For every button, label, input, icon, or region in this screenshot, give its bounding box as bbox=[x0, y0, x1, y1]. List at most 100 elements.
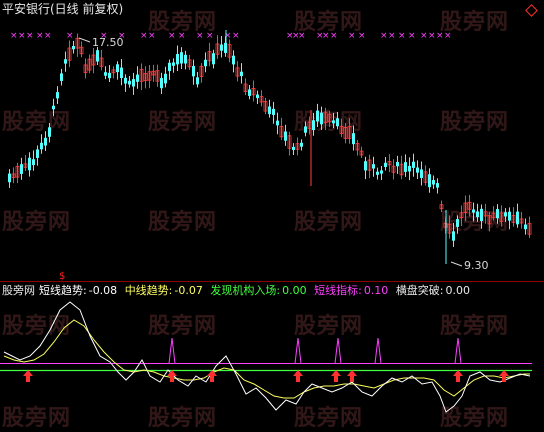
candle-body-down bbox=[320, 112, 323, 125]
candle-body-down bbox=[128, 80, 131, 85]
chart-window[interactable]: 平安银行(日线 前复权) 股旁网 股旁网 股旁网 股旁网 股旁网 股旁网 股旁网… bbox=[0, 0, 544, 431]
candle-body-down bbox=[480, 208, 483, 222]
cross-icon: × bbox=[436, 31, 444, 41]
candle-body-down bbox=[56, 92, 59, 99]
candle-body-down bbox=[32, 159, 35, 166]
candlestick-series bbox=[8, 30, 532, 264]
cross-icon: × bbox=[66, 31, 74, 41]
candle-body-down bbox=[300, 142, 303, 147]
candle-body-down bbox=[176, 53, 179, 65]
candle-body-down bbox=[108, 72, 111, 79]
candle-body-down bbox=[436, 183, 439, 188]
candle-body-down bbox=[48, 127, 51, 137]
candle-body-down bbox=[432, 179, 435, 185]
cross-icon: × bbox=[420, 31, 428, 41]
cross-icon: × bbox=[44, 31, 52, 41]
candle-body-down bbox=[476, 211, 479, 218]
candle-body-down bbox=[8, 173, 11, 183]
candle-body-down bbox=[220, 44, 223, 51]
buy-arrow-markers bbox=[23, 370, 509, 382]
candle-body-down bbox=[412, 161, 415, 168]
candle-body-down bbox=[524, 224, 527, 230]
up-arrow-icon bbox=[293, 370, 303, 382]
cross-icon: × bbox=[398, 31, 406, 41]
cross-icon: × bbox=[10, 31, 18, 41]
short-indicator-spikes bbox=[168, 337, 462, 364]
legend-short-indicator-label: 短线指标: bbox=[314, 284, 362, 297]
cross-icon: × bbox=[358, 31, 366, 41]
spike-mark bbox=[168, 337, 176, 364]
candle-body-down bbox=[312, 120, 315, 130]
candle-body-down bbox=[60, 73, 63, 81]
candle-body-down bbox=[292, 146, 295, 151]
candle-body-down bbox=[96, 50, 99, 62]
candle-body-down bbox=[428, 174, 431, 188]
candle-body-down bbox=[164, 73, 167, 84]
candle-body-down bbox=[256, 94, 259, 99]
candle-body-down bbox=[456, 219, 459, 227]
candle-body-down bbox=[508, 211, 511, 221]
candle-body-down bbox=[420, 169, 423, 179]
spike-mark bbox=[294, 337, 302, 364]
candle-body-down bbox=[380, 170, 383, 174]
candle-body-down bbox=[372, 164, 375, 169]
up-arrow-icon bbox=[499, 370, 509, 382]
legend-mid-trend-label: 中线趋势: bbox=[124, 284, 173, 297]
spike-mark bbox=[334, 337, 342, 364]
cross-icon: × bbox=[322, 31, 330, 41]
indicator-legend: 股旁网 短线趋势: -0.08 中线趋势: -0.07 发现机构入场: 0.00 短线指… bbox=[2, 284, 474, 298]
candle-body-down bbox=[40, 142, 43, 150]
legend-mid-trend-value: -0.07 bbox=[174, 284, 203, 297]
legend-name: 股旁网 bbox=[2, 284, 35, 297]
candle-body-down bbox=[276, 120, 279, 126]
legend-breakout-value: 0.00 bbox=[445, 284, 471, 297]
candle-body-down bbox=[28, 157, 31, 171]
cross-icon: × bbox=[178, 31, 186, 41]
cross-icon: × bbox=[140, 31, 148, 41]
candle-body-down bbox=[120, 67, 123, 79]
candle-body-down bbox=[332, 120, 335, 124]
candle-body-down bbox=[20, 164, 23, 174]
cross-icon: × bbox=[444, 31, 452, 41]
candle-body-down bbox=[272, 108, 275, 115]
dollar-icon: $ bbox=[59, 271, 65, 282]
cross-icon: × bbox=[168, 31, 176, 41]
spike-mark bbox=[454, 337, 462, 364]
low-annotation bbox=[450, 261, 463, 267]
candle-body-down bbox=[364, 161, 367, 171]
candle-body-down bbox=[196, 77, 199, 85]
cross-icon: × bbox=[428, 31, 436, 41]
low-price-label: 9.30 bbox=[464, 259, 489, 272]
candle-body-down bbox=[248, 89, 251, 96]
cross-icon: × bbox=[232, 31, 240, 41]
candle-body-down bbox=[212, 53, 215, 65]
candle-body-down bbox=[416, 167, 419, 173]
cross-icon: × bbox=[298, 31, 306, 41]
candle-body-down bbox=[384, 162, 387, 167]
chart-canvas[interactable]: × × × × × × × × × × × × × × × × ××× ×× × × × × × × × × × × × $ bbox=[0, 0, 544, 427]
candle-body-down bbox=[172, 62, 175, 66]
candle-body-down bbox=[376, 171, 379, 175]
up-arrow-icon bbox=[347, 370, 357, 382]
candle-body-down bbox=[284, 131, 287, 141]
candle-body-down bbox=[184, 54, 187, 64]
cross-icon: × bbox=[330, 31, 338, 41]
short-trend-line bbox=[3, 301, 531, 413]
candle-body-down bbox=[496, 209, 499, 219]
candle-body-down bbox=[132, 79, 135, 87]
candle-body-down bbox=[116, 64, 119, 73]
candle-body-down bbox=[232, 55, 235, 65]
candle-body-down bbox=[136, 74, 139, 82]
cross-icon: × bbox=[206, 31, 214, 41]
cross-icon: × bbox=[388, 31, 396, 41]
candle-body-down bbox=[240, 71, 243, 77]
spike-mark bbox=[374, 337, 382, 364]
candle-body-down bbox=[124, 77, 127, 84]
cross-icon: × bbox=[380, 31, 388, 41]
candle-body-down bbox=[160, 77, 163, 89]
candle-body-down bbox=[192, 65, 195, 77]
candle-body-down bbox=[44, 137, 47, 146]
candle-body-down bbox=[64, 59, 67, 64]
candle-body-down bbox=[204, 59, 207, 67]
legend-short-trend-label: 短线趋势: bbox=[39, 284, 87, 297]
